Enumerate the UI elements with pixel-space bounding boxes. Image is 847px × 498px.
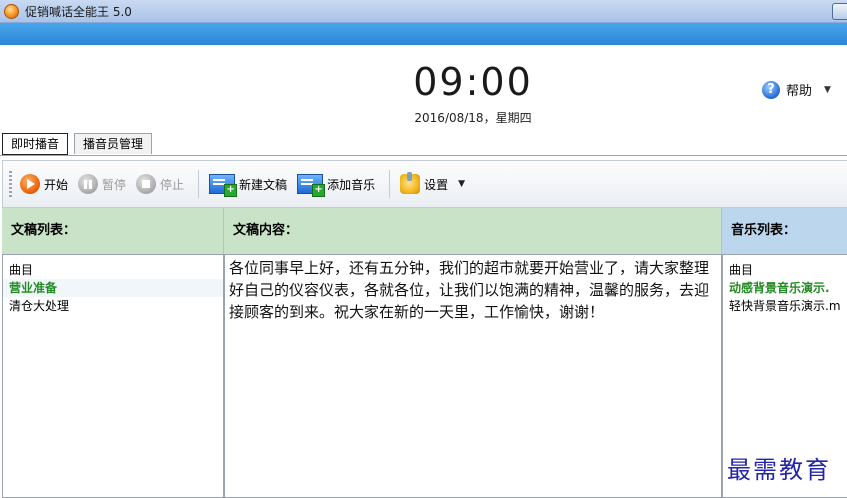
new-document-icon: + (209, 174, 238, 197)
script-content-header: 文稿内容： (224, 208, 722, 254)
watermark-text: 最需教育 (727, 456, 831, 484)
toolbar-grip[interactable] (9, 171, 12, 197)
list-item[interactable]: 动感背景音乐演示. (723, 279, 847, 297)
list-item[interactable]: 清仓大处理 (3, 297, 223, 315)
settings-icon (400, 172, 421, 194)
new-document-label: 新建文稿 (239, 177, 288, 192)
script-content-panel[interactable]: 各位同事早上好，还有五分钟，我们的超市就要开始营业了，请大家整理好自己的仪容仪表… (224, 254, 722, 498)
header-band (0, 23, 847, 45)
list-item[interactable]: 轻快背景音乐演示.m (723, 297, 847, 315)
start-label: 开始 (44, 177, 69, 192)
stop-button[interactable]: 停止 (136, 174, 184, 194)
window-control-button[interactable] (832, 3, 847, 20)
add-music-button[interactable]: + 添加音乐 (297, 174, 376, 197)
settings-button[interactable]: 设置 ▼ (400, 172, 465, 194)
toolbar: 开始 暂停 停止 + 新建文稿 + 添加音乐 设置 ▼ (2, 160, 847, 208)
stop-icon (136, 174, 157, 194)
music-list-column-label: 曲目 (729, 263, 754, 277)
add-music-label: 添加音乐 (327, 177, 376, 192)
start-button[interactable]: 开始 (20, 174, 68, 194)
toolbar-separator (389, 170, 391, 198)
window-title: 促销喊话全能王 5.0 (25, 4, 132, 19)
script-list-panel[interactable]: 曲目 营业准备 清仓大处理 (2, 254, 224, 498)
help-menu[interactable]: ? 帮助 ▼ (762, 80, 831, 99)
stop-label: 停止 (160, 177, 185, 192)
help-icon: ? (762, 80, 780, 99)
title-bar: 促销喊话全能王 5.0 (0, 0, 847, 23)
tab-live-broadcast[interactable]: 即时播音 (2, 133, 69, 155)
help-label: 帮助 (786, 84, 813, 99)
list-item[interactable]: 营业准备 (3, 279, 223, 297)
tab-bar: 即时播音 播音员管理 (2, 133, 158, 155)
chevron-down-icon[interactable]: ▼ (458, 179, 465, 189)
toolbar-separator (198, 170, 200, 198)
music-list-header: 音乐列表： (722, 208, 847, 254)
script-content-text[interactable]: 各位同事早上好，还有五分钟，我们的超市就要开始营业了，请大家整理好自己的仪容仪表… (225, 255, 721, 323)
chevron-down-icon[interactable]: ▼ (824, 85, 831, 95)
pause-label: 暂停 (102, 177, 127, 192)
play-icon (20, 174, 40, 194)
clock-date: 2016/08/18，星期四 (414, 111, 532, 125)
add-music-icon: + (297, 174, 326, 197)
script-list-column-label: 曲目 (9, 263, 34, 277)
clock-time: 09:00 (413, 60, 533, 104)
script-list-header: 文稿列表： (2, 208, 224, 254)
settings-label: 设置 (424, 177, 449, 192)
tab-divider (0, 155, 847, 156)
new-document-button[interactable]: + 新建文稿 (209, 174, 288, 197)
pause-button[interactable]: 暂停 (78, 174, 126, 194)
tab-announcer-management[interactable]: 播音员管理 (74, 133, 153, 154)
app-icon (4, 3, 19, 19)
pause-icon (78, 174, 99, 194)
